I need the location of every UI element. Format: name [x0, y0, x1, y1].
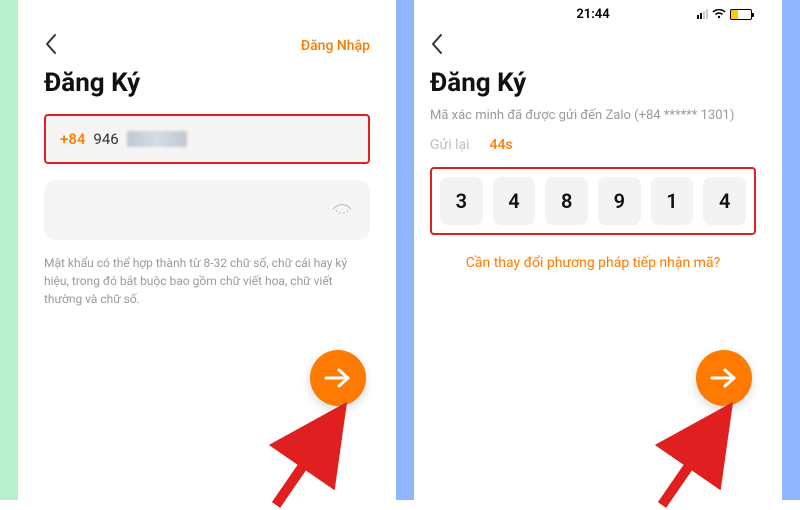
status-bar: 21:44: [430, 0, 756, 28]
decorative-mid-stripe: [396, 0, 414, 500]
page-title: Đăng Ký: [44, 68, 370, 98]
phone-redacted: [127, 131, 187, 147]
password-hint: Mật khẩu có thể hợp thành từ 8-32 chữ số…: [44, 254, 370, 308]
chevron-left-icon: [430, 33, 444, 55]
decorative-right-stripe: [782, 0, 800, 500]
arrow-right-icon: [324, 366, 352, 390]
otp-cell[interactable]: 9: [598, 177, 641, 225]
country-code[interactable]: +84: [60, 130, 85, 148]
arrow-right-icon: [710, 366, 738, 390]
otp-cell[interactable]: 8: [545, 177, 588, 225]
phone-prefix: 946: [93, 130, 118, 148]
otp-cell[interactable]: 1: [651, 177, 694, 225]
spacer: [772, 0, 782, 500]
next-button[interactable]: [696, 350, 752, 406]
screen-verify-otp: 21:44 Đăng Ký Mã xác minh đã được gửi đế…: [414, 0, 772, 500]
signal-icon: [697, 9, 708, 19]
page-title: Đăng Ký: [430, 68, 756, 98]
otp-cell[interactable]: 3: [440, 177, 483, 225]
status-time: 21:44: [576, 7, 609, 22]
resend-countdown: 44s: [490, 137, 513, 153]
password-input-block[interactable]: [44, 180, 370, 240]
otp-sent-message: Mã xác minh đã được gửi đến Zalo (+84 **…: [430, 108, 756, 123]
back-button[interactable]: [430, 29, 448, 64]
otp-cell[interactable]: 4: [493, 177, 536, 225]
decorative-left-stripe: [0, 0, 18, 500]
otp-input-group[interactable]: 3 4 8 9 1 4: [430, 167, 756, 235]
screen-register-phone: Đăng Nhập Đăng Ký +84 946 Mật khẩu có th…: [28, 0, 386, 500]
wifi-icon: [712, 9, 726, 19]
otp-cell[interactable]: 4: [703, 177, 746, 225]
change-method-link[interactable]: Cần thay đổi phương pháp tiếp nhận mã?: [430, 255, 756, 271]
spacer: [386, 0, 396, 500]
chevron-left-icon: [44, 33, 58, 55]
next-button[interactable]: [310, 350, 366, 406]
spacer: [18, 0, 28, 500]
resend-label: Gửi lại: [430, 137, 470, 153]
eye-off-icon[interactable]: [332, 201, 352, 220]
login-link[interactable]: Đăng Nhập: [301, 38, 370, 54]
phone-input-block[interactable]: +84 946: [44, 114, 370, 164]
battery-icon: [730, 9, 752, 20]
status-bar: [44, 0, 370, 28]
back-button[interactable]: [44, 29, 62, 64]
